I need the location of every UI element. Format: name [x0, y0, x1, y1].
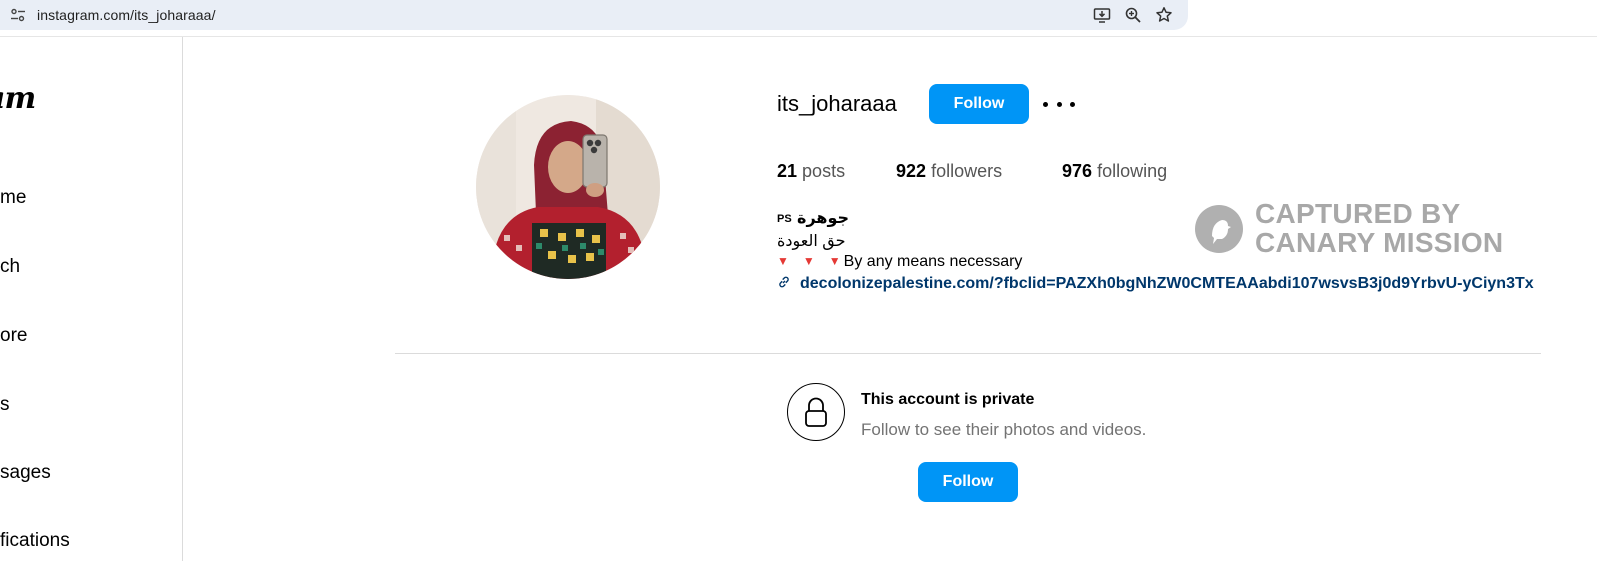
sidebar-item-notifications[interactable]: fications [0, 530, 70, 552]
sidebar: am me ch ore s sages fications [0, 37, 183, 561]
red-triangle-icon: ▼ [802, 254, 815, 268]
lock-icon [787, 383, 845, 441]
red-triangle-icon: ▼ [777, 254, 789, 268]
sidebar-item-search[interactable]: ch [0, 256, 20, 278]
watermark-text: CAPTURED BY CANARY MISSION [1255, 199, 1503, 257]
profile-divider [395, 353, 1541, 354]
address-bar[interactable]: instagram.com/its_joharaaa/ [0, 0, 1188, 30]
bio-slogan-text: By any means necessary [843, 253, 1023, 270]
posts-label: posts [802, 161, 846, 181]
private-account-subtitle: Follow to see their photos and videos. [861, 420, 1147, 439]
bio-line-arabic: حق العودة [777, 233, 846, 250]
profile-username: its_joharaaa [777, 91, 897, 116]
link-icon [779, 276, 789, 288]
instagram-logo[interactable]: am [0, 81, 36, 116]
followers-count: 922 [896, 161, 927, 181]
follow-button-private[interactable]: Follow [918, 462, 1018, 502]
posts-count: 21 [777, 161, 798, 181]
bio-link[interactable]: decolonizepalestine.com/?fbclid=PAZXh0bg… [777, 275, 1597, 293]
private-account-title: This account is private [861, 391, 1035, 408]
url-text[interactable]: instagram.com/its_joharaaa/ [37, 7, 216, 23]
bio-line-slogan: ▼ ▼ ▼ By any means necessary [777, 253, 1022, 271]
watermark-line2: CANARY MISSION [1255, 227, 1504, 258]
bio-flag-badge: PS [777, 213, 792, 225]
bio-display-name: جوهرة [797, 210, 850, 227]
watermark-line1: CAPTURED BY [1255, 198, 1461, 229]
canary-bird-icon [1195, 205, 1243, 253]
zoom-icon[interactable] [1124, 6, 1142, 24]
toolbar-divider [0, 36, 1597, 37]
install-app-icon[interactable] [1093, 6, 1111, 24]
followers-label: followers [931, 161, 1003, 181]
sidebar-item-messages[interactable]: sages [0, 462, 51, 484]
sidebar-item-explore[interactable]: ore [0, 325, 27, 347]
sidebar-item-home[interactable]: me [0, 187, 26, 209]
profile-avatar[interactable] [476, 95, 660, 279]
bookmark-star-icon[interactable] [1155, 6, 1173, 24]
following-count: 976 [1062, 161, 1093, 181]
stat-followers[interactable]: 922 followers [896, 161, 1002, 182]
stat-posts: 21 posts [777, 161, 845, 182]
sidebar-item-reels[interactable]: s [0, 394, 10, 416]
following-label: following [1097, 161, 1168, 181]
tune-icon[interactable] [10, 7, 26, 23]
follow-button[interactable]: Follow [929, 84, 1029, 124]
bio-link-text[interactable]: decolonizepalestine.com/?fbclid=PAZXh0bg… [800, 275, 1534, 292]
stat-following[interactable]: 976 following [1062, 161, 1167, 182]
red-triangle-icon: ▼ [828, 254, 841, 268]
extensions-area [1190, 0, 1597, 32]
more-options-icon[interactable] [1043, 96, 1075, 112]
